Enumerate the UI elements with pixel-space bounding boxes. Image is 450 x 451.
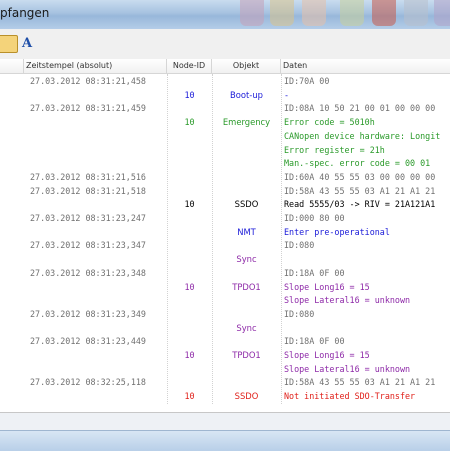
column-header-node-id[interactable]: Node-ID — [167, 59, 212, 73]
titlebar-decoration — [372, 0, 396, 26]
message-list[interactable]: 27.03.2012 08:31:21,458 ID:70A 00 10 Boot-u… — [0, 74, 450, 404]
titlebar-decoration — [434, 0, 450, 26]
titlebar-decoration — [270, 0, 294, 26]
toolbar: A — [0, 29, 450, 60]
table-row[interactable]: 10 SSDO Not initiated SDO-Transfer — [0, 389, 450, 404]
table-header: Zeitstempel (absolut) Node-ID Objekt Dat… — [0, 59, 450, 74]
titlebar-decoration — [302, 0, 326, 26]
font-icon[interactable]: A — [18, 35, 36, 53]
column-header-marker[interactable] — [0, 59, 24, 73]
title-bar: pfangen — [0, 0, 450, 29]
cell-node-id: 10 — [184, 391, 195, 402]
window-title: pfangen — [0, 6, 50, 20]
settings-tool-icon[interactable] — [0, 35, 18, 53]
titlebar-decoration — [404, 0, 428, 26]
titlebar-decoration — [240, 0, 264, 26]
taskbar — [0, 430, 450, 451]
cell-object: SSDO — [234, 391, 259, 402]
cell-data: Not initiated SDO-Transfer — [284, 391, 416, 402]
column-header-object[interactable]: Objekt — [212, 59, 281, 73]
column-header-timestamp[interactable]: Zeitstempel (absolut) — [24, 59, 167, 73]
titlebar-decoration — [340, 0, 364, 26]
column-header-data[interactable]: Daten — [281, 59, 450, 73]
status-bar — [0, 412, 450, 431]
